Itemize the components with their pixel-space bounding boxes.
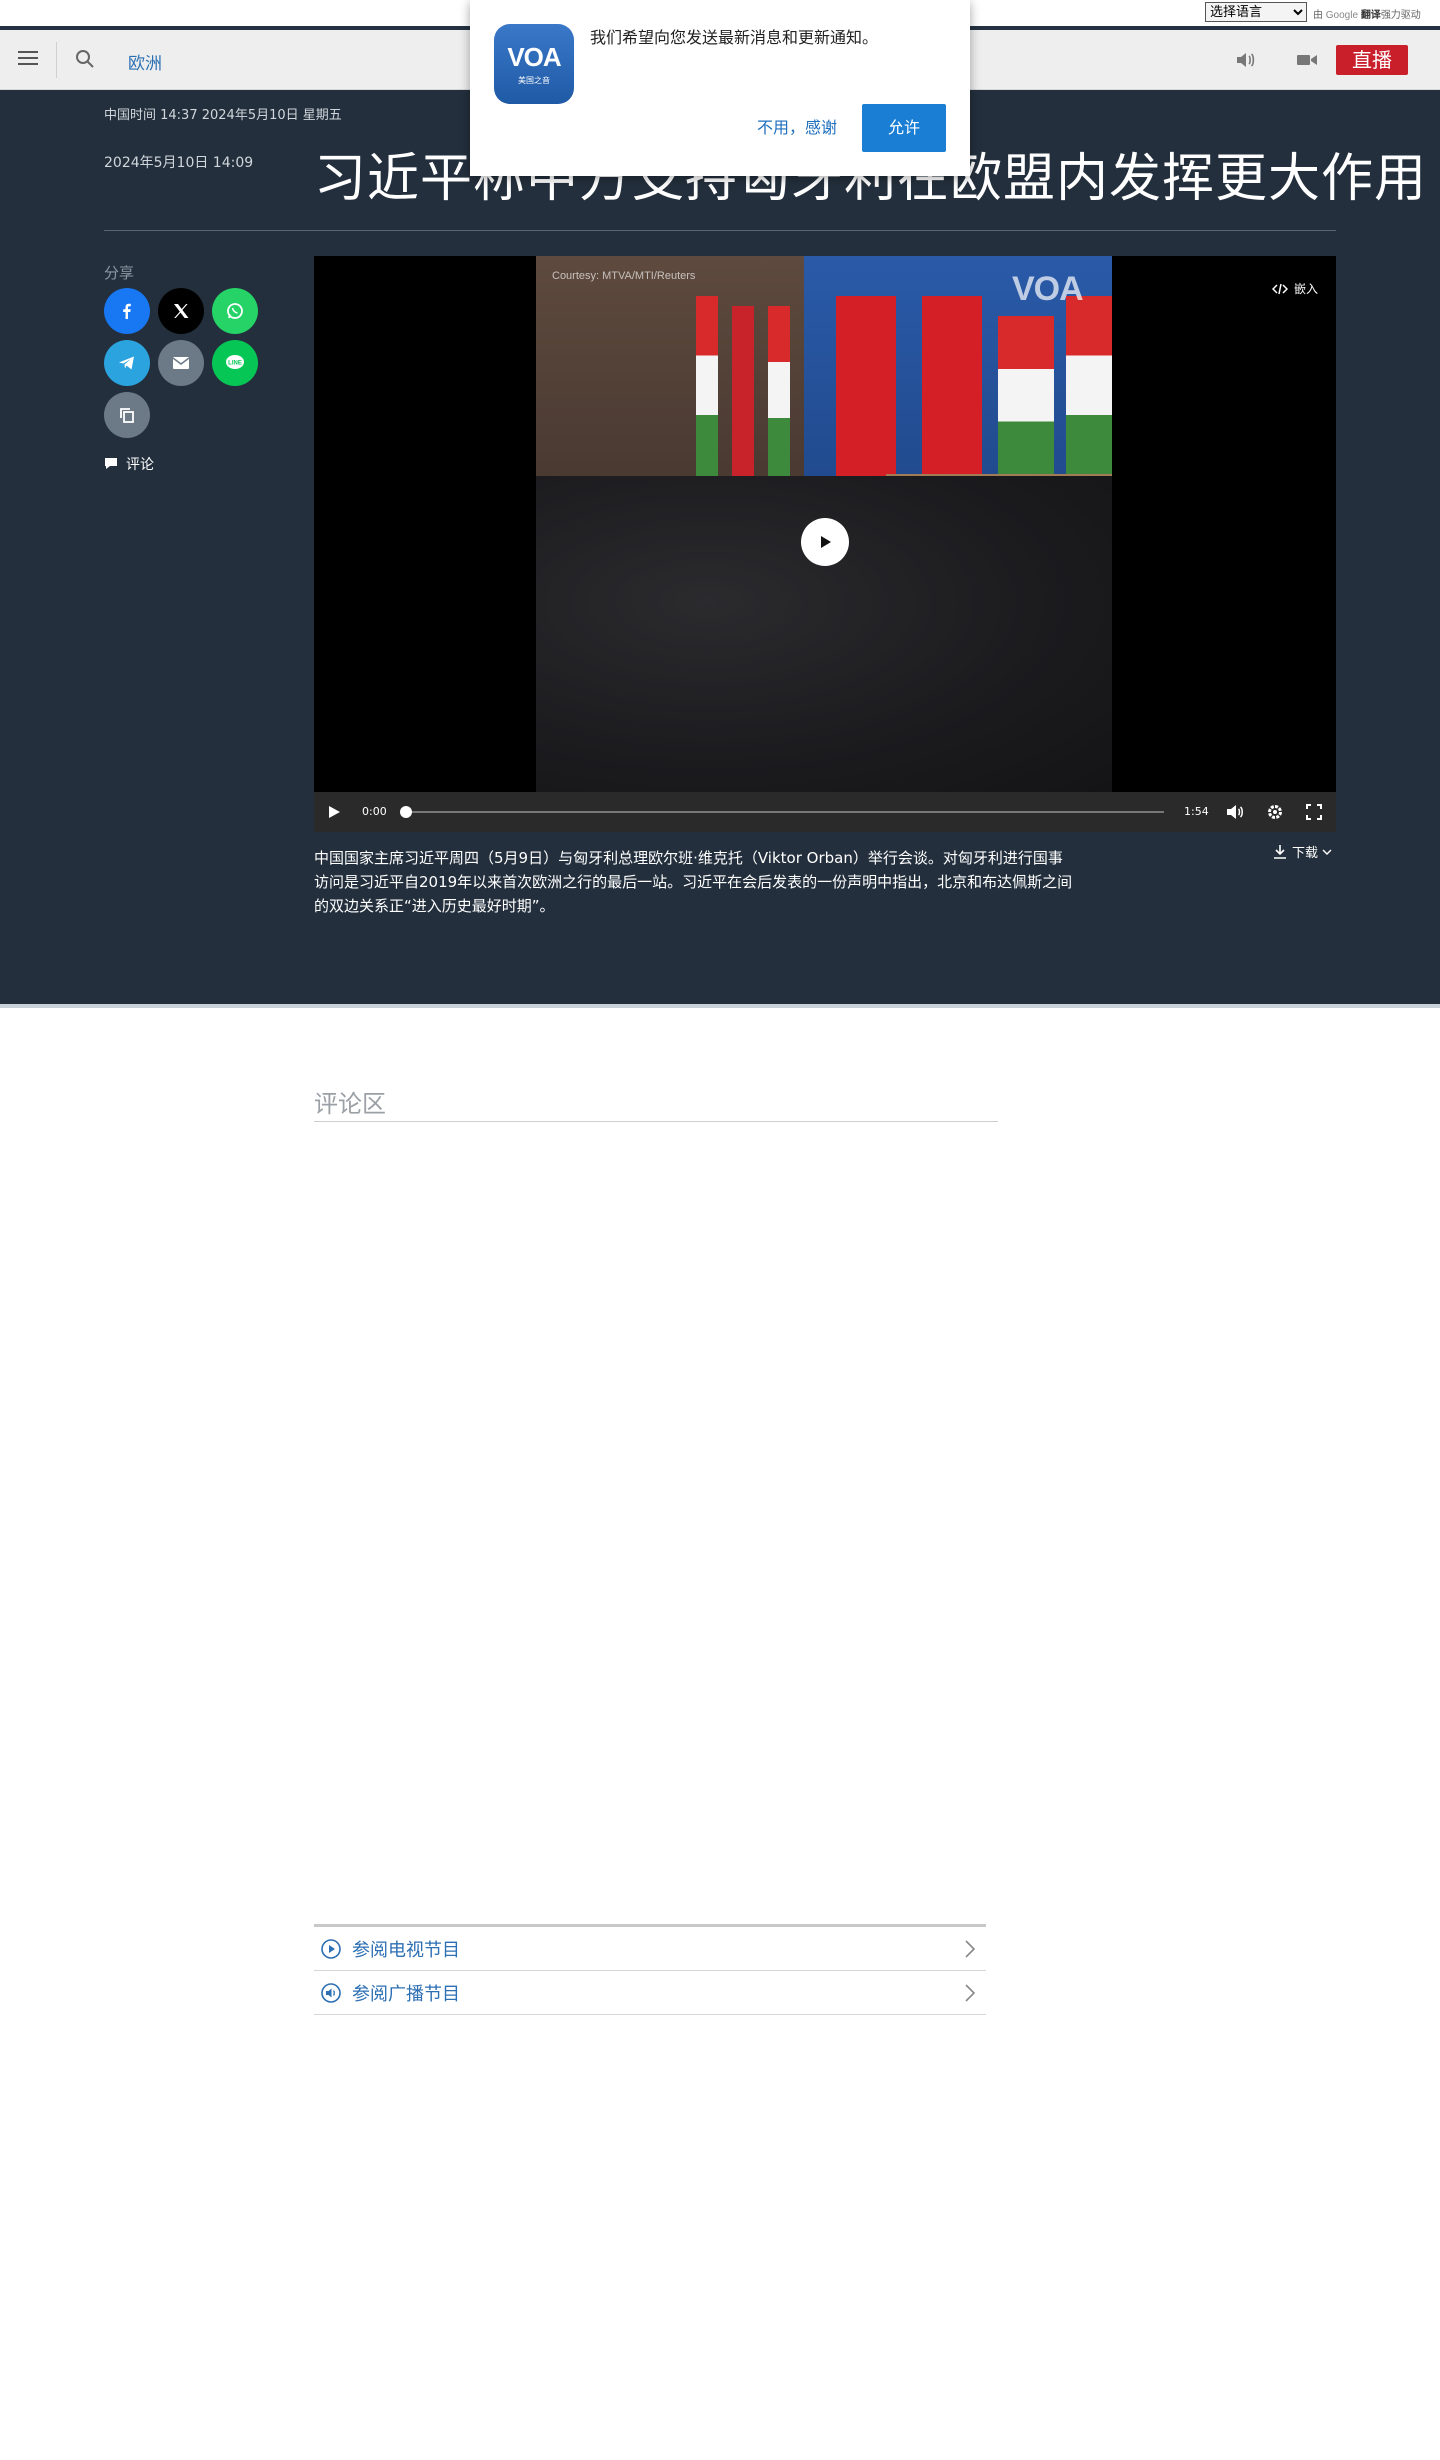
facebook-icon xyxy=(123,303,131,319)
big-play-button[interactable] xyxy=(801,518,849,566)
code-icon xyxy=(1271,283,1288,294)
comments-section-title: 评论区 xyxy=(314,1090,386,1118)
settings-gear-icon[interactable] xyxy=(1266,803,1284,821)
comments-link[interactable]: 评论 xyxy=(104,454,154,474)
progress-handle[interactable] xyxy=(400,806,412,818)
title-divider xyxy=(104,230,1336,231)
whatsapp-share-button[interactable] xyxy=(212,288,258,334)
powered-suffix: 强力驱动 xyxy=(1380,10,1421,21)
section-link-europe[interactable]: 欧洲 xyxy=(128,49,162,74)
line-icon: LINE xyxy=(226,355,244,369)
telegram-share-button[interactable] xyxy=(104,340,150,386)
translate-word: 翻译 xyxy=(1360,10,1381,21)
duration: 1:54 xyxy=(1184,805,1209,818)
embed-label: 嵌入 xyxy=(1293,282,1318,296)
notification-permission-dialog: VOA 美国之音 我们希望向您发送最新消息和更新通知。 不用，感谢 允许 xyxy=(470,0,970,176)
publish-date: 2024年5月10日 14:09 xyxy=(104,155,254,171)
comment-bubble-icon xyxy=(105,458,117,469)
tv-programs-label: 参阅电视节目 xyxy=(352,1939,460,1961)
radio-programs-label: 参阅广播节目 xyxy=(352,1983,460,2005)
email-share-button[interactable] xyxy=(158,340,204,386)
video-credit-watermark: Courtesy: MTVA/MTI/Reuters xyxy=(552,270,696,282)
radio-programs-link[interactable]: 参阅广播节目 xyxy=(314,1971,986,2015)
comments-link-label: 评论 xyxy=(126,457,154,473)
allow-notifications-button[interactable]: 允许 xyxy=(862,104,946,152)
whatsapp-icon xyxy=(227,303,243,319)
current-time: 0:00 xyxy=(362,805,387,818)
svg-text:LINE: LINE xyxy=(228,361,242,367)
telegram-icon xyxy=(119,356,134,370)
speaker-circle-icon xyxy=(321,1982,341,2003)
share-label: 分享 xyxy=(104,264,135,282)
email-icon xyxy=(172,357,190,369)
video-camera-icon[interactable] xyxy=(1296,51,1318,69)
search-icon[interactable] xyxy=(74,48,96,70)
line-share-button[interactable]: LINE xyxy=(212,340,258,386)
chevron-right-icon xyxy=(965,1940,976,1958)
copy-icon xyxy=(120,408,134,423)
download-icon xyxy=(1274,844,1286,859)
live-button[interactable]: 直播 xyxy=(1336,45,1408,75)
deny-notifications-button[interactable]: 不用，感谢 xyxy=(742,104,852,152)
voa-logo-text: VOA xyxy=(507,42,561,72)
video-player[interactable]: Courtesy: MTVA/MTI/Reuters VOA 嵌入 0:00 1… xyxy=(314,256,1336,832)
tv-programs-link[interactable]: 参阅电视节目 xyxy=(314,1927,986,1971)
x-share-button[interactable] xyxy=(158,288,204,334)
google-translate-credit: 由 Google 翻译强力驱动 xyxy=(1313,6,1421,21)
comments-divider xyxy=(314,1121,998,1122)
powered-prefix: 由 xyxy=(1313,10,1323,21)
video-caption: 中国国家主席习近平周四（5月9日）与匈牙利总理欧尔班·维克托（Viktor Or… xyxy=(314,849,1073,915)
program-links: 参阅电视节目 参阅广播节目 xyxy=(314,1924,986,2015)
audio-icon[interactable] xyxy=(1234,50,1256,70)
google-logo: Google xyxy=(1325,10,1359,21)
play-circle-icon xyxy=(321,1938,341,1959)
language-select[interactable]: 选择语言 xyxy=(1205,2,1307,22)
header-divider xyxy=(56,42,57,78)
article-hero: 中国时间 14:37 2024年5月10日 星期五 2024年5月10日 14:… xyxy=(0,90,1440,1008)
facebook-share-button[interactable] xyxy=(104,288,150,334)
download-label: 下载 xyxy=(1292,846,1319,861)
video-controls: 0:00 1:54 xyxy=(314,792,1336,832)
progress-bar[interactable] xyxy=(404,811,1164,813)
play-control-icon[interactable] xyxy=(326,804,342,820)
play-icon xyxy=(821,536,831,548)
x-logo-icon xyxy=(174,304,189,318)
hamburger-menu-icon[interactable] xyxy=(18,48,38,70)
voa-app-logo: VOA 美国之音 xyxy=(494,24,574,104)
notification-message: 我们希望向您发送最新消息和更新通知。 xyxy=(590,28,879,47)
voa-logo-subtext: 美国之音 xyxy=(518,76,550,85)
chevron-right-icon xyxy=(965,1984,976,2002)
download-button[interactable]: 下载 xyxy=(1272,842,1332,861)
copy-link-button[interactable] xyxy=(104,392,150,438)
embed-button[interactable]: 嵌入 xyxy=(1271,280,1318,297)
fullscreen-icon[interactable] xyxy=(1306,804,1322,820)
volume-icon[interactable] xyxy=(1226,804,1244,820)
chevron-down-icon xyxy=(1322,849,1332,855)
voa-watermark-logo: VOA xyxy=(1012,270,1084,308)
current-datetime: 中国时间 14:37 2024年5月10日 星期五 xyxy=(104,108,342,123)
